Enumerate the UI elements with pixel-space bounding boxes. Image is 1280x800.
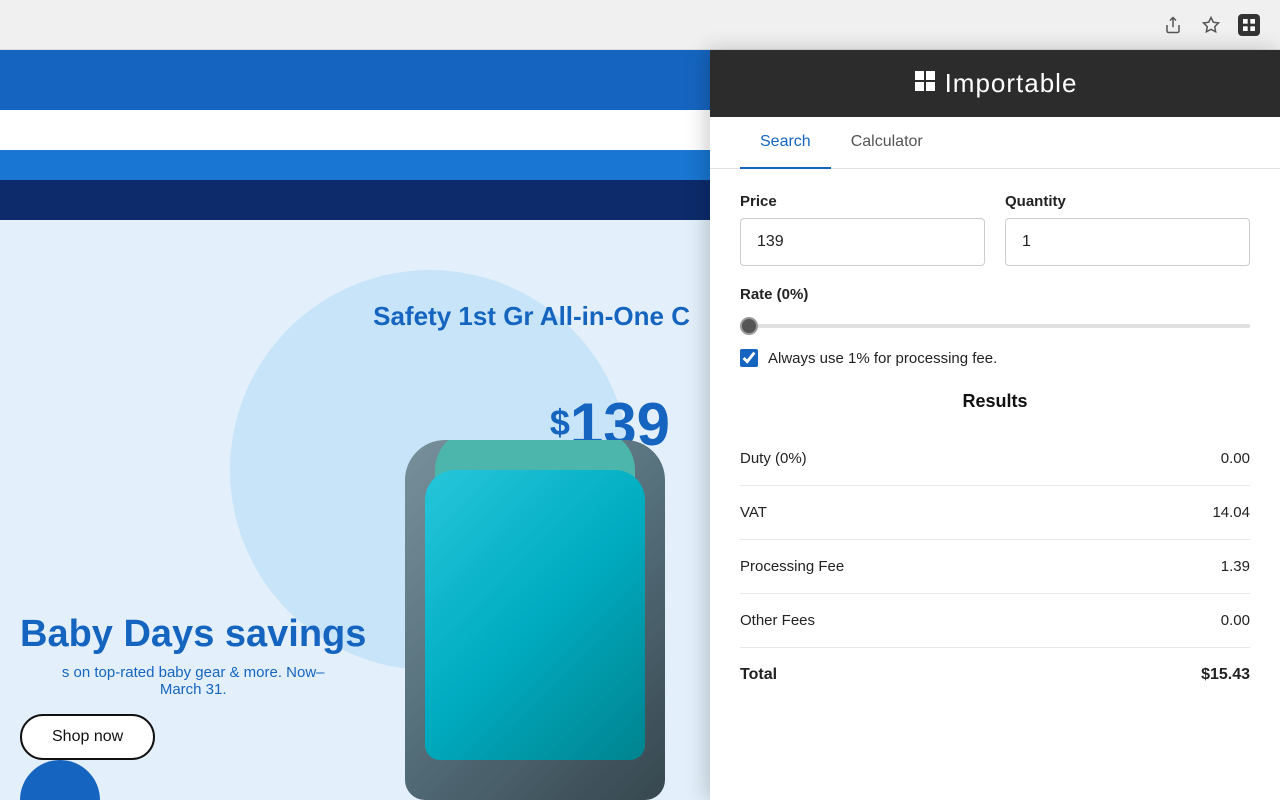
price-label: Price [740, 193, 985, 210]
nav-bar-blue [0, 150, 710, 180]
rate-slider-container [740, 315, 1250, 333]
processing-fee-label: Always use 1% for processing fee. [768, 350, 997, 367]
extension-icon[interactable] [1238, 14, 1260, 36]
hero-section: Safety 1st Gr All-in-One C $139 Baby Day… [0, 220, 710, 800]
results-title: Results [740, 391, 1250, 412]
duty-value: 0.00 [1221, 450, 1250, 467]
nav-bar-top [0, 50, 710, 110]
processing-fee-result-value: 1.39 [1221, 558, 1250, 575]
baby-days-title: Baby Days savings [20, 613, 366, 656]
share-icon[interactable] [1162, 14, 1184, 36]
quantity-field-group: Quantity [1005, 193, 1250, 266]
vat-label: VAT [740, 504, 767, 521]
shop-now-button[interactable]: Shop now [20, 714, 155, 760]
total-label: Total [740, 666, 777, 684]
bookmark-icon[interactable] [1200, 14, 1222, 36]
popup-logo-icon [913, 69, 937, 99]
results-section: Results Duty (0%) 0.00 VAT 14.04 Process… [740, 391, 1250, 702]
other-fees-value: 0.00 [1221, 612, 1250, 629]
other-fees-label: Other Fees [740, 612, 815, 629]
nav-bar-dark [0, 180, 710, 220]
rate-label: Rate (0%) [740, 286, 1250, 303]
processing-fee-row: Processing Fee 1.39 [740, 540, 1250, 594]
total-row: Total $15.43 [740, 648, 1250, 702]
baby-days-subtitle: s on top-rated baby gear & more. Now–Mar… [20, 664, 366, 698]
vat-row: VAT 14.04 [740, 486, 1250, 540]
rate-slider[interactable] [740, 324, 1250, 328]
other-fees-row: Other Fees 0.00 [740, 594, 1250, 648]
price-quantity-row: Price Quantity [740, 193, 1250, 266]
processing-fee-checkbox-row: Always use 1% for processing fee. [740, 349, 1250, 367]
browser-chrome [0, 0, 1280, 50]
total-value: $15.43 [1201, 666, 1250, 684]
quantity-label: Quantity [1005, 193, 1250, 210]
nav-bar-white [0, 110, 710, 150]
website-background: Safety 1st Gr All-in-One C $139 Baby Day… [0, 50, 710, 800]
car-seat-image [360, 400, 710, 800]
popup-logo-text: Importable [945, 68, 1078, 99]
duty-label: Duty (0%) [740, 450, 807, 467]
extension-popup: Importable Search Calculator Price Quant… [710, 50, 1280, 800]
popup-header: Importable [710, 50, 1280, 117]
price-field-group: Price [740, 193, 985, 266]
processing-fee-result-label: Processing Fee [740, 558, 844, 575]
vat-value: 14.04 [1212, 504, 1250, 521]
hero-product-name: Safety 1st Gr All-in-One C [373, 300, 690, 334]
processing-fee-checkbox[interactable] [740, 349, 758, 367]
baby-days-section: Baby Days savings s on top-rated baby ge… [20, 613, 366, 760]
popup-content: Price Quantity Rate (0%) Always use 1% f… [710, 169, 1280, 800]
tab-search[interactable]: Search [740, 117, 831, 169]
duty-row: Duty (0%) 0.00 [740, 432, 1250, 486]
decorative-circle [20, 760, 100, 800]
tab-calculator[interactable]: Calculator [831, 117, 943, 169]
price-input[interactable] [740, 218, 985, 266]
popup-tabs: Search Calculator [710, 117, 1280, 169]
quantity-input[interactable] [1005, 218, 1250, 266]
